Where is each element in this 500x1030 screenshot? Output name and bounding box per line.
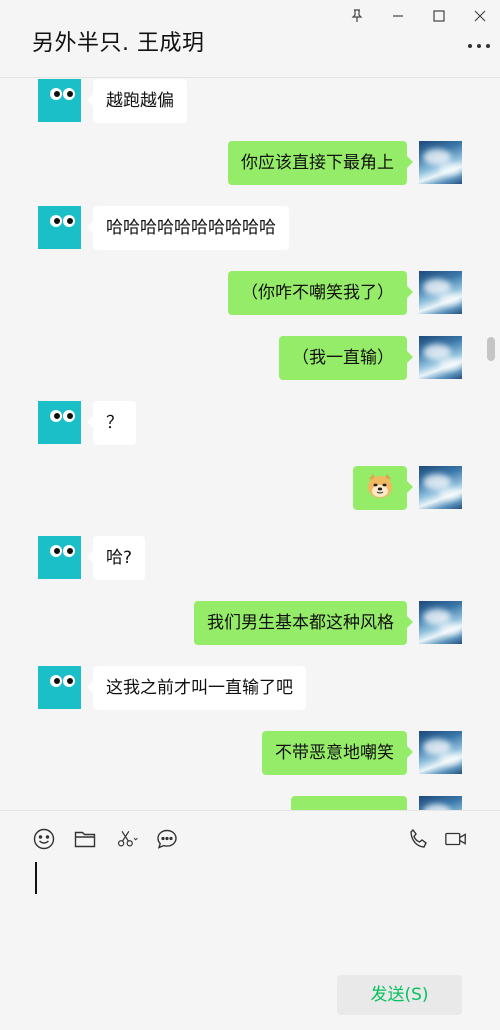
self-avatar[interactable] bbox=[419, 271, 462, 314]
message-bubble[interactable]: （我一直输） bbox=[279, 336, 413, 380]
message-list[interactable]: 越跑越偏 你应该直接下最角上 哈哈哈哈哈哈哈哈哈哈 （你咋不嘲笑我了） （我一直… bbox=[0, 79, 500, 810]
chat-title: 另外半只. 王成玥 bbox=[32, 31, 205, 56]
text-cursor bbox=[35, 862, 37, 894]
phone-icon[interactable] bbox=[406, 826, 432, 852]
chat-bubble-icon[interactable] bbox=[154, 826, 180, 852]
self-avatar[interactable] bbox=[419, 336, 462, 379]
folder-icon[interactable] bbox=[72, 826, 98, 852]
minimize-icon[interactable] bbox=[377, 0, 418, 32]
contact-avatar[interactable] bbox=[38, 666, 81, 709]
message-bubble[interactable]: 哈哈哈哈哈哈哈哈哈哈 bbox=[87, 206, 289, 250]
message-bubble[interactable]: 不带恶意地嘲笑 bbox=[262, 731, 413, 775]
message-bubble[interactable]: （你咋不嘲笑我了） bbox=[228, 271, 413, 315]
message-bubble[interactable]: 你应该直接下最角上 bbox=[228, 141, 413, 185]
message-bubble[interactable]: 哈? bbox=[86, 536, 146, 580]
message-bubble[interactable]: 越跑越偏 bbox=[87, 79, 187, 123]
message-bubble[interactable]: ？ bbox=[87, 401, 136, 445]
message-input[interactable] bbox=[0, 856, 500, 966]
contact-avatar[interactable] bbox=[38, 79, 81, 122]
self-avatar[interactable] bbox=[419, 141, 462, 184]
message-bubble[interactable]: 这我之前才叫一直输了吧 bbox=[87, 666, 306, 710]
message-bubble[interactable]: 我们男生基本都这种风格 bbox=[194, 601, 413, 645]
self-avatar[interactable] bbox=[419, 466, 462, 509]
maximize-icon[interactable] bbox=[418, 0, 459, 32]
self-avatar[interactable] bbox=[419, 731, 462, 774]
self-avatar[interactable] bbox=[419, 601, 462, 644]
close-icon[interactable] bbox=[459, 0, 500, 32]
contact-avatar[interactable] bbox=[38, 536, 81, 579]
video-call-icon[interactable] bbox=[442, 826, 470, 852]
scissors-icon[interactable] bbox=[113, 826, 143, 852]
pin-icon[interactable] bbox=[336, 0, 377, 32]
self-avatar[interactable] bbox=[419, 796, 462, 810]
more-options-icon[interactable] bbox=[468, 40, 490, 52]
input-toolbar bbox=[0, 826, 500, 852]
input-divider bbox=[0, 810, 500, 811]
window-controls bbox=[336, 0, 500, 32]
message-bubble[interactable] bbox=[353, 466, 413, 510]
doge-emoji-icon bbox=[368, 474, 392, 498]
message-bubble[interactable] bbox=[291, 796, 407, 810]
send-button[interactable]: 发送(S) bbox=[337, 975, 462, 1015]
emoji-icon[interactable] bbox=[31, 826, 57, 852]
contact-avatar[interactable] bbox=[38, 401, 81, 444]
scrollbar-thumb[interactable] bbox=[487, 337, 495, 361]
contact-avatar[interactable] bbox=[38, 206, 81, 249]
